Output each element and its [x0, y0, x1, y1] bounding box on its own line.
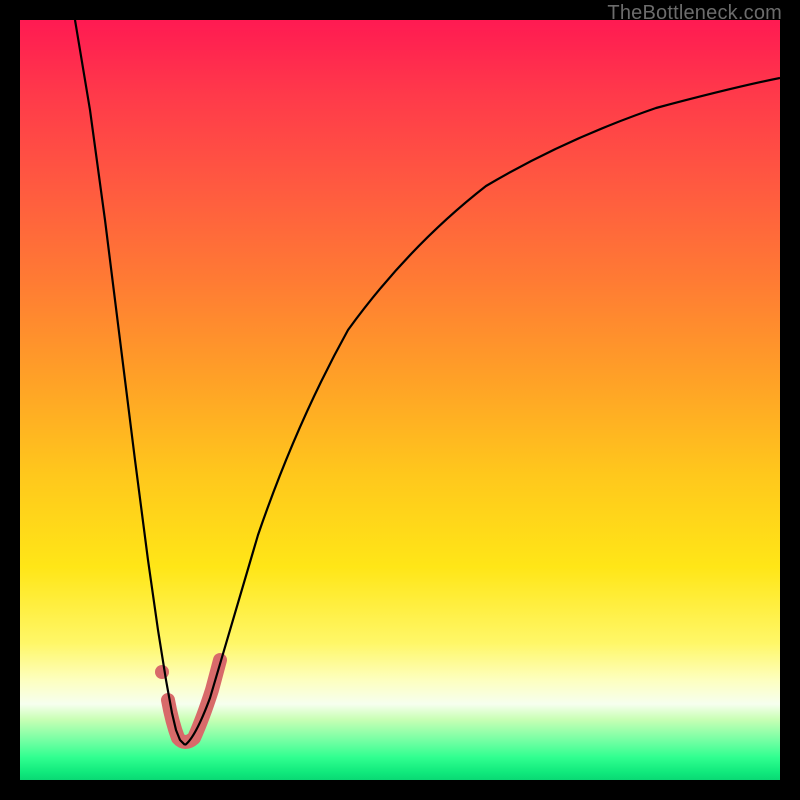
- credit-label: TheBottleneck.com: [607, 2, 782, 25]
- bottleneck-curve-right: [185, 78, 780, 745]
- chart-frame: TheBottleneck.com: [0, 0, 800, 800]
- bottleneck-curve-left: [75, 20, 185, 745]
- curve-overlay: [20, 20, 780, 780]
- marker-dot: [155, 665, 169, 679]
- plot-area: [20, 20, 780, 780]
